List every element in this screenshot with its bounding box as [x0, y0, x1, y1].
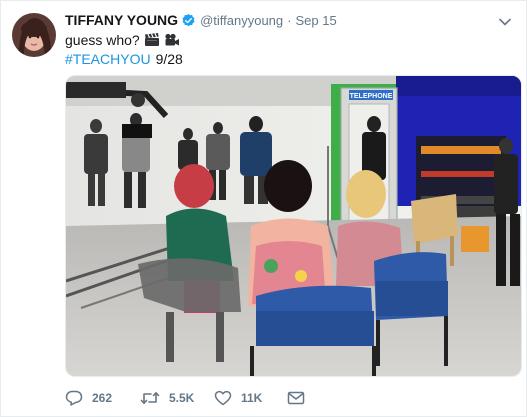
- heart-icon: [214, 390, 241, 406]
- avatar[interactable]: [12, 13, 56, 57]
- reply-icon: [65, 390, 92, 406]
- tweet-header: TIFFANY YOUNG @tiffanyyoung · Sep 15: [65, 11, 337, 29]
- release-date-text: 9/28: [155, 51, 183, 67]
- envelope-icon: [287, 391, 314, 405]
- separator-dot: ·: [287, 12, 292, 28]
- like-button[interactable]: 11K: [214, 390, 286, 406]
- like-count: 11K: [241, 391, 263, 405]
- clapper-board-icon: [144, 33, 160, 47]
- hashtag-link[interactable]: #TEACHYOU: [65, 51, 151, 67]
- user-handle[interactable]: @tiffanyyoung: [200, 13, 283, 28]
- direct-message-button[interactable]: [287, 391, 307, 405]
- tweet-text-line2: #TEACHYOU 9/28: [65, 50, 183, 68]
- retweet-count: 5.5K: [169, 391, 195, 405]
- tweet-text-body: guess who?: [65, 32, 140, 48]
- movie-camera-icon: [164, 33, 180, 47]
- display-name[interactable]: TIFFANY YOUNG: [65, 12, 178, 28]
- tweet-card[interactable]: TIFFANY YOUNG @tiffanyyoung · Sep 15 gue…: [0, 0, 527, 417]
- reply-button[interactable]: 262: [65, 390, 137, 406]
- retweet-icon: [140, 390, 169, 406]
- tweet-text: guess who?: [65, 31, 180, 49]
- reply-count: 262: [92, 391, 113, 405]
- verified-badge-icon: [181, 13, 196, 28]
- tweet-photo[interactable]: TELEPHONE: [65, 75, 522, 377]
- retweet-button[interactable]: 5.5K: [140, 390, 212, 406]
- tweet-timestamp[interactable]: Sep 15: [295, 13, 336, 28]
- telephone-sign-text: TELEPHONE: [350, 93, 393, 100]
- chevron-down-icon[interactable]: [498, 14, 512, 26]
- tweet-actions: 262 5.5K 11K: [65, 387, 521, 409]
